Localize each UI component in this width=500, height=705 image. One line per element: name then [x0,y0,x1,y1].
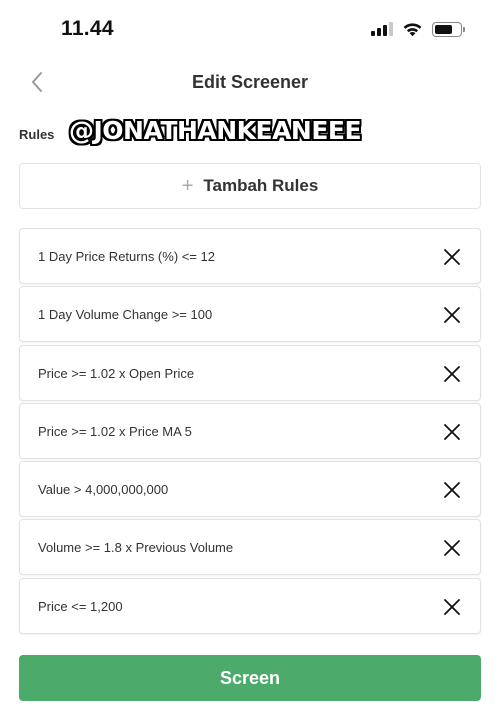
rule-text: Volume >= 1.8 x Previous Volume [38,540,234,556]
remove-rule-button[interactable] [442,538,462,558]
close-icon [444,307,460,324]
rule-text: 1 Day Price Returns (%) <= 12 [38,249,216,264]
add-rules-label: Tambah Rules [203,176,319,195]
status-time: 11.44 [61,17,114,40]
rule-item[interactable]: Value > 4,000,000,000 [19,461,481,518]
wifi-icon [403,23,422,37]
rules-list: 1 Day Price Returns (%) <= 12 1 Day Volu… [19,228,481,636]
battery-icon [432,21,465,37]
screen-button-label: Screen [219,667,281,688]
nav-header: Edit Screener [0,60,500,104]
page-title: Edit Screener [191,72,309,92]
status-bar: 11.44 [0,0,500,60]
remove-rule-button[interactable] [442,364,462,384]
rule-item[interactable]: Volume >= 1.8 x Previous Volume [19,519,481,576]
close-icon [444,423,460,440]
remove-rule-button[interactable] [442,480,462,500]
cellular-signal-icon [371,22,393,36]
close-icon [444,540,460,557]
rule-item[interactable]: Price <= 1,200 [19,577,481,634]
add-rules-button[interactable]: + Tambah Rules [19,163,481,209]
rules-section-label: Rules [19,127,55,142]
rule-item[interactable]: 1 Day Price Returns (%) <= 12 [19,228,481,284]
close-icon [444,598,460,615]
close-icon [444,249,460,265]
rule-text: Price >= 1.02 x Open Price [38,365,195,381]
close-icon [444,482,460,499]
rule-item[interactable]: Price >= 1.02 x Open Price [19,344,481,401]
remove-rule-button[interactable] [442,305,462,325]
remove-rule-button[interactable] [442,247,462,267]
plus-icon: + [181,175,194,197]
watermark-overlay: @JONATHANKEANEEE [69,116,362,145]
rule-text: 1 Day Volume Change >= 100 [38,307,213,323]
rule-text: Value > 4,000,000,000 [38,482,169,498]
status-icons [371,21,465,37]
remove-rule-button[interactable] [442,597,462,617]
rule-item[interactable]: 1 Day Volume Change >= 100 [19,286,481,343]
close-icon [444,365,460,382]
rule-text: Price <= 1,200 [38,598,123,614]
rule-item[interactable]: Price >= 1.02 x Price MA 5 [19,402,481,459]
remove-rule-button[interactable] [442,422,462,442]
screen: 11.44 Edit Screener Rules @JONATHANKEANE… [0,0,500,705]
battery-level [435,24,452,34]
rule-text: Price >= 1.02 x Price MA 5 [38,423,192,439]
screen-button[interactable]: Screen [19,655,481,701]
